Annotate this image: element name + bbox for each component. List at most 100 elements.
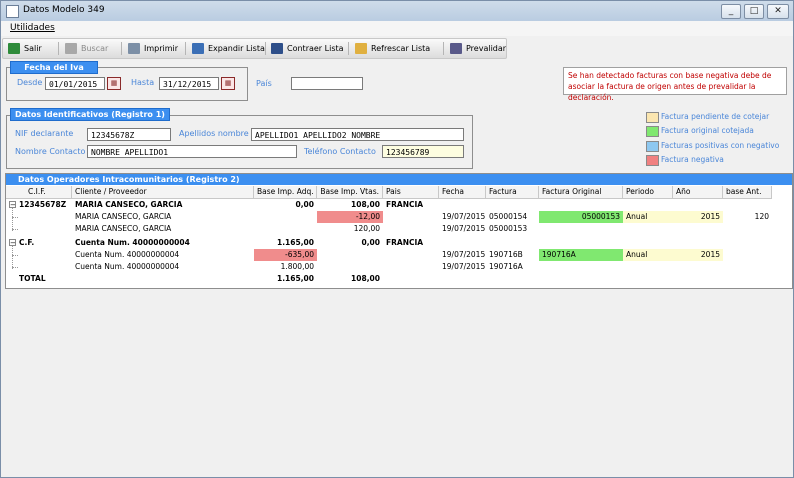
cell-base-vtas: -12,00 bbox=[317, 211, 383, 223]
tree-connector bbox=[12, 229, 18, 230]
toolbar-separator bbox=[58, 42, 59, 55]
tree-connector bbox=[12, 255, 18, 256]
cell-total-adq: 1.165,00 bbox=[276, 274, 314, 283]
cell-cliente: Cuenta Num. 40000000004 bbox=[75, 262, 180, 271]
table-row[interactable]: Cuenta Num. 40000000004 1.800,00 19/07/2… bbox=[6, 261, 772, 273]
contraer-lista-button[interactable]: Contraer Lista bbox=[271, 41, 344, 56]
col-factura[interactable]: Factura bbox=[486, 186, 539, 198]
cell-anio: 2015 bbox=[673, 249, 723, 261]
cell-fecha: 19/07/2015 bbox=[442, 262, 486, 271]
pais-label: País bbox=[256, 79, 272, 88]
contacto-label: Nombre Contacto bbox=[15, 147, 86, 156]
cell-base-adq: 1.165,00 bbox=[276, 238, 314, 247]
validate-icon bbox=[450, 43, 462, 54]
negative-base-warning: Se han detectado facturas con base negat… bbox=[563, 67, 787, 102]
desde-label: Desde bbox=[17, 78, 43, 87]
col-base-adq[interactable]: Base Imp. Adq. bbox=[254, 186, 317, 198]
imprimir-button[interactable]: Imprimir bbox=[128, 41, 178, 56]
col-anio[interactable]: Año bbox=[673, 186, 723, 198]
tree-connector bbox=[12, 267, 18, 268]
cell-factura-original[interactable]: 190716A bbox=[539, 249, 623, 261]
cell-total-label: TOTAL bbox=[19, 274, 46, 283]
legend-swatch bbox=[646, 141, 659, 152]
expand-icon bbox=[192, 43, 204, 54]
calendar-icon[interactable]: ▦ bbox=[221, 77, 235, 90]
table-row[interactable]: Cuenta Num. 40000000004 -635,00 19/07/20… bbox=[6, 249, 772, 261]
cell-periodo: Anual bbox=[623, 249, 673, 261]
fecha-group-title: Fecha del Iva bbox=[10, 61, 98, 74]
nif-input[interactable]: 12345678Z bbox=[87, 128, 171, 141]
cell-cif: C.F. bbox=[19, 238, 35, 247]
menu-utilidades[interactable]: Utilidades bbox=[10, 23, 55, 33]
collapse-toggle-icon[interactable]: − bbox=[9, 201, 16, 209]
cell-fecha: 19/07/2015 bbox=[442, 224, 486, 233]
binoculars-icon bbox=[65, 43, 77, 54]
col-cif[interactable]: C.I.F. bbox=[6, 186, 72, 198]
operadores-grid: Datos Operadores Intracomunitarios (Regi… bbox=[5, 173, 793, 289]
table-row[interactable]: MARIA CANSECO, GARCIA 120,00 19/07/2015 … bbox=[6, 223, 772, 235]
window-title: Datos Modelo 349 bbox=[23, 5, 105, 15]
identificativos-group-title: Datos Identificativos (Registro 1) bbox=[10, 108, 170, 121]
toolbar-separator bbox=[185, 42, 186, 55]
col-base-vtas[interactable]: Base Imp. Vtas. bbox=[317, 186, 383, 198]
title-bar: Datos Modelo 349 _ □ ✕ bbox=[1, 1, 793, 22]
salir-button[interactable]: Salir bbox=[8, 41, 42, 56]
cell-pais: FRANCIA bbox=[386, 200, 424, 209]
col-periodo[interactable]: Periodo bbox=[623, 186, 673, 198]
cell-cliente: MARIA CANSECO, GARCIA bbox=[75, 200, 183, 209]
desde-date-input[interactable]: 01/01/2015 bbox=[45, 77, 105, 90]
col-pais[interactable]: Pais bbox=[383, 186, 439, 198]
toolbar-separator bbox=[348, 42, 349, 55]
cell-factura: 190716B bbox=[489, 250, 523, 259]
cell-factura: 05000153 bbox=[489, 224, 528, 233]
cell-fecha: 19/07/2015 bbox=[442, 250, 486, 259]
apellidos-input[interactable]: APELLIDO1 APELLIDO2 NOMBRE bbox=[251, 128, 464, 141]
close-button[interactable]: ✕ bbox=[767, 4, 789, 19]
total-row: TOTAL 1.165,00 108,00 bbox=[6, 273, 772, 285]
tree-connector bbox=[12, 217, 18, 218]
cell-pais: FRANCIA bbox=[386, 238, 424, 247]
legend-swatch bbox=[646, 112, 659, 123]
cell-cliente: MARIA CANSECO, GARCIA bbox=[75, 224, 172, 233]
toolbar: Salir Buscar Imprimir Expandir Lista Con… bbox=[2, 38, 507, 59]
pais-input[interactable] bbox=[291, 77, 363, 90]
table-row[interactable]: − C.F. Cuenta Num. 40000000004 1.165,00 … bbox=[6, 237, 772, 249]
hasta-date-input[interactable]: 31/12/2015 bbox=[159, 77, 219, 90]
toolbar-separator bbox=[443, 42, 444, 55]
contacto-input[interactable]: NOMBRE APELLIDO1 bbox=[87, 145, 297, 158]
buscar-button[interactable]: Buscar bbox=[65, 41, 108, 56]
cell-total-vtas: 108,00 bbox=[351, 274, 380, 283]
exit-icon bbox=[8, 43, 20, 54]
table-row[interactable]: − 12345678Z MARIA CANSECO, GARCIA 0,00 1… bbox=[6, 199, 772, 211]
col-fecha[interactable]: Fecha bbox=[439, 186, 486, 198]
telefono-input[interactable]: 123456789 bbox=[382, 145, 464, 158]
toolbar-separator bbox=[265, 42, 266, 55]
refrescar-lista-button[interactable]: Refrescar Lista bbox=[355, 41, 430, 56]
calendar-icon[interactable]: ▦ bbox=[107, 77, 121, 90]
cell-cliente: Cuenta Num. 40000000004 bbox=[75, 250, 180, 259]
maximize-button[interactable]: □ bbox=[744, 4, 764, 19]
legend-swatch bbox=[646, 126, 659, 137]
cell-base-adq: -635,00 bbox=[254, 249, 317, 261]
expandir-lista-button[interactable]: Expandir Lista bbox=[192, 41, 265, 56]
apellidos-label: Apellidos nombre bbox=[179, 129, 249, 138]
cell-base-ant: 120 bbox=[754, 212, 769, 221]
nif-label: NIF declarante bbox=[15, 129, 74, 138]
identificativos-group bbox=[6, 115, 473, 169]
cell-cliente: MARIA CANSECO, GARCIA bbox=[75, 212, 172, 221]
minimize-button[interactable]: _ bbox=[721, 4, 741, 19]
collapse-toggle-icon[interactable]: − bbox=[9, 239, 16, 247]
table-row[interactable]: MARIA CANSECO, GARCIA -12,00 19/07/2015 … bbox=[6, 211, 772, 223]
prevalidar-button[interactable]: Prevalidar bbox=[450, 41, 506, 56]
cell-factura-original[interactable]: 05000153 bbox=[539, 211, 623, 223]
col-factura-original[interactable]: Factura Original bbox=[539, 186, 623, 198]
telefono-label: Teléfono Contacto bbox=[304, 147, 376, 156]
legend-swatch bbox=[646, 155, 659, 166]
hasta-label: Hasta bbox=[131, 78, 155, 87]
col-cliente[interactable]: Cliente / Proveedor bbox=[72, 186, 254, 198]
cell-base-vtas: 108,00 bbox=[351, 200, 380, 209]
col-base-ant[interactable]: base Ant. bbox=[723, 186, 772, 198]
collapse-icon bbox=[271, 43, 283, 54]
cell-cliente: Cuenta Num. 40000000004 bbox=[75, 238, 190, 247]
cell-factura: 05000154 bbox=[489, 212, 528, 221]
